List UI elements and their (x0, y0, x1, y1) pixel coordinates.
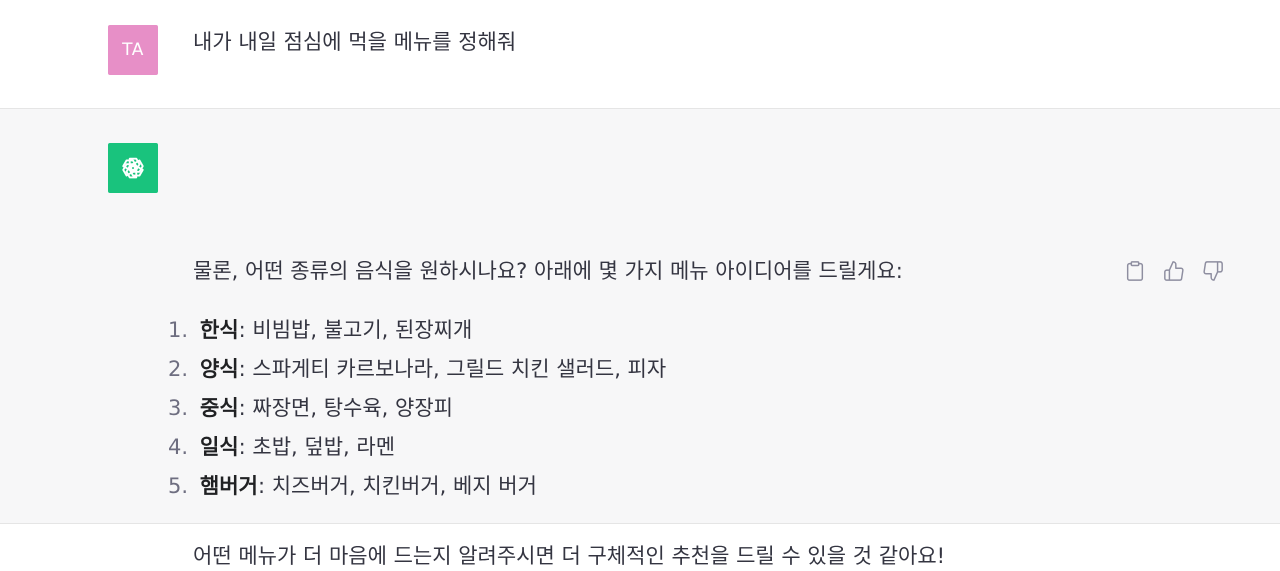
clipboard-icon (1126, 260, 1143, 281)
thumbs-down-button[interactable] (1201, 259, 1224, 282)
list-item-detail: : 비빔밥, 불고기, 된장찌개 (238, 318, 473, 342)
menu-list-item: 3. 중식: 짜장면, 탕수육, 양장피 (168, 389, 1093, 428)
list-item-number: 4. (168, 435, 189, 459)
assistant-avatar (108, 143, 158, 193)
user-message: TA 내가 내일 점심에 먹을 메뉴를 정해줘 (0, 0, 1280, 109)
list-item-term: 한식 (200, 318, 239, 342)
list-item-term: 양식 (200, 357, 239, 381)
assistant-message-content: 물론, 어떤 종류의 음식을 원하시나요? 아래에 몇 가지 메뉴 아이디어를 … (168, 256, 1093, 571)
menu-list-item: 4. 일식: 초밥, 덮밥, 라멘 (168, 428, 1093, 467)
menu-list-item: 5. 햄버거: 치즈버거, 치킨버거, 베지 버거 (168, 467, 1093, 506)
thumbs-down-icon (1202, 260, 1223, 281)
list-item-term: 일식 (200, 435, 239, 459)
user-message-text: 내가 내일 점심에 먹을 메뉴를 정해줘 (193, 30, 517, 54)
list-item-number: 3. (168, 396, 189, 420)
menu-list-item: 1. 한식: 비빔밥, 불고기, 된장찌개 (168, 311, 1093, 350)
list-item-number: 2. (168, 357, 189, 381)
list-item-detail: : 스파게티 카르보나라, 그릴드 치킨 샐러드, 피자 (238, 357, 667, 381)
thumbs-up-icon (1163, 260, 1184, 281)
list-item-detail: : 치즈버거, 치킨버거, 베지 버거 (257, 474, 537, 498)
assistant-message: 물론, 어떤 종류의 음식을 원하시나요? 아래에 몇 가지 메뉴 아이디어를 … (0, 109, 1280, 568)
list-item-term: 햄버거 (200, 474, 258, 498)
assistant-closing: 어떤 메뉴가 더 마음에 드는지 알려주시면 더 구체적인 추천을 드릴 수 있… (193, 544, 946, 568)
thumbs-up-button[interactable] (1162, 259, 1185, 282)
message-actions (1123, 259, 1224, 282)
user-avatar-initials: TA (122, 40, 144, 60)
list-item-term: 중식 (200, 396, 239, 420)
list-item-detail: : 초밥, 덮밥, 라멘 (238, 435, 396, 459)
menu-list: 1. 한식: 비빔밥, 불고기, 된장찌개 2. 양식: 스파게티 카르보나라, 그릴… (168, 311, 1093, 506)
list-item-number: 5. (168, 474, 189, 498)
copy-button[interactable] (1123, 259, 1146, 282)
assistant-intro: 물론, 어떤 종류의 음식을 원하시나요? 아래에 몇 가지 메뉴 아이디어를 … (193, 259, 903, 283)
openai-logo-icon (122, 157, 144, 179)
user-avatar: TA (108, 25, 158, 75)
list-item-number: 1. (168, 318, 189, 342)
menu-list-item: 2. 양식: 스파게티 카르보나라, 그릴드 치킨 샐러드, 피자 (168, 350, 1093, 389)
list-item-detail: : 짜장면, 탕수육, 양장피 (238, 396, 453, 420)
